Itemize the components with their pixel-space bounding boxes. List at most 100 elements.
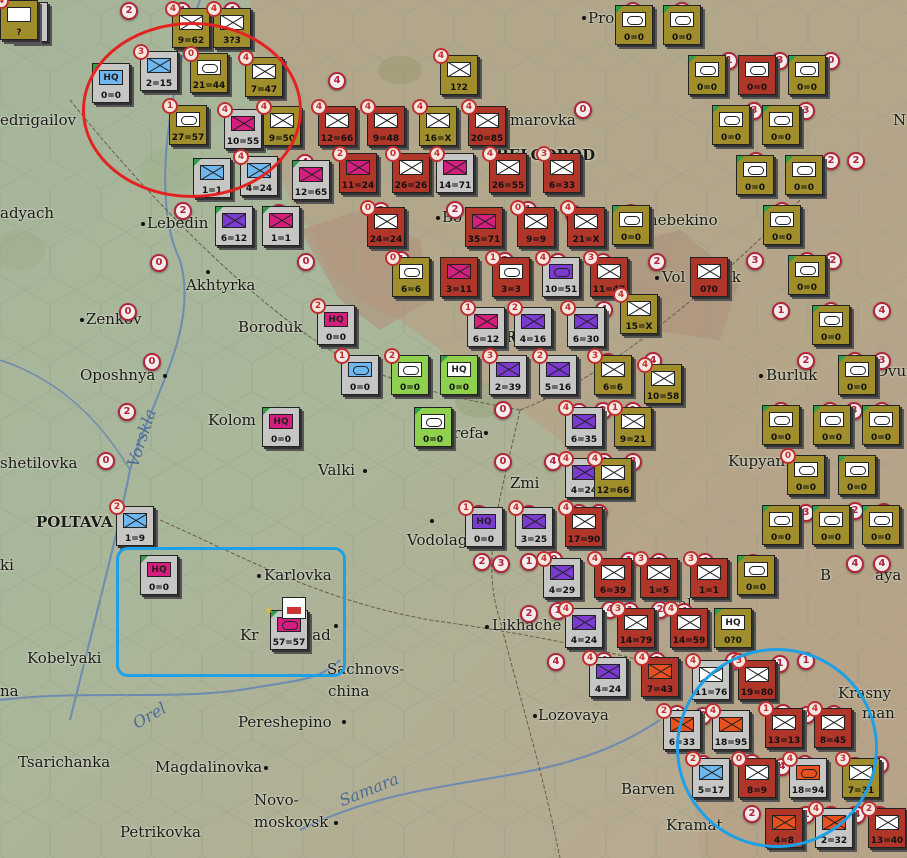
factory-icon[interactable] [282, 597, 306, 619]
unit-counter[interactable]: 1=1 3 [683, 551, 728, 598]
unit-counter[interactable]: 7=43 4 [634, 650, 679, 697]
unit-counter[interactable]: 0=0 1 [334, 348, 379, 395]
unit-counter[interactable]: 16=X 4 [412, 99, 457, 146]
unit-counter[interactable]: 0=0 [788, 255, 826, 295]
unit-counter[interactable]: 4=29 4 [536, 551, 581, 598]
unit-counter[interactable]: 1=5 3 [633, 551, 678, 598]
unit-counter[interactable]: 4=16 2 [507, 300, 552, 347]
town-label[interactable]: shetilovka [0, 456, 77, 471]
town-label[interactable]: Burluk [766, 368, 817, 383]
town-label[interactable]: Zmi [510, 476, 539, 491]
unit-counter[interactable]: 2=39 3 [482, 348, 527, 395]
unit-counter[interactable]: HQ 0?0 [714, 608, 752, 648]
unit-counter[interactable]: 0?0 [690, 257, 728, 297]
unit-counter[interactable]: 0=0 [812, 305, 850, 345]
unit-counter[interactable]: 15=X 4 [613, 287, 658, 334]
unit-counter[interactable]: 0=0 [663, 5, 701, 45]
unit-counter[interactable]: 10=51 4 [535, 250, 580, 297]
unit-counter[interactable]: 9=9 0 [510, 200, 555, 247]
unit-counter[interactable]: 12=66 4 [587, 451, 632, 498]
town-label[interactable]: POLTAVA [36, 515, 113, 530]
town-label[interactable]: na [0, 684, 19, 699]
town-label[interactable]: ki [0, 558, 14, 573]
unit-counter[interactable]: 6=33 3 [536, 146, 581, 193]
unit-counter[interactable]: 6=30 4 [560, 300, 605, 347]
town-label[interactable]: Novo- [254, 793, 299, 808]
unit-counter[interactable]: 0=0 2 [384, 348, 429, 395]
unit-counter[interactable]: 14=71 4 [429, 146, 474, 193]
unit-counter[interactable]: 1=9 2 [109, 499, 154, 546]
unit-counter[interactable]: 3=3 1 [485, 250, 530, 297]
unit-counter[interactable]: 14=79 3 [610, 601, 655, 648]
unit-counter[interactable]: 3=25 4 [508, 500, 553, 547]
unit-counter[interactable]: 6=6 3 [587, 348, 632, 395]
town-label[interactable]: Kolom [208, 413, 256, 428]
town-label[interactable]: N [893, 113, 906, 128]
town-label[interactable]: Valki [318, 463, 355, 478]
unit-counter[interactable]: 0=0 [736, 155, 774, 195]
town-label[interactable]: adyach [0, 206, 54, 221]
town-label[interactable]: Barven [621, 782, 675, 797]
unit-counter[interactable]: HQ 0=0 [440, 355, 478, 395]
unit-counter[interactable]: 0=0 [838, 455, 876, 495]
unit-counter[interactable]: 0=0 [762, 505, 800, 545]
unit-counter[interactable]: 0=0 [712, 105, 750, 145]
unit-counter[interactable]: 12=65 [292, 160, 330, 200]
unit-counter[interactable]: 14=59 4 [663, 601, 708, 648]
town-label[interactable]: Pereshepino [238, 715, 332, 730]
unit-counter[interactable]: 0=0 0 [780, 448, 825, 495]
town-label[interactable]: Vol [662, 270, 685, 285]
town-label[interactable]: Pro [588, 11, 614, 26]
unit-counter[interactable]: 35=71 [465, 207, 503, 247]
unit-counter[interactable]: 0=0 [788, 55, 826, 95]
town-label[interactable]: Lozovaya [538, 708, 609, 723]
unit-counter[interactable]: 9=48 4 [360, 99, 405, 146]
unit-counter[interactable]: 0=0 [414, 407, 452, 447]
unit-counter[interactable]: HQ 0=0 2 [310, 298, 355, 345]
unit-counter[interactable]: 3=11 [440, 257, 478, 297]
unit-counter[interactable]: 13=40 2 [861, 801, 906, 848]
unit-counter[interactable]: HQ 0=0 1 [458, 500, 503, 547]
unit-counter[interactable]: 4=24 4 [582, 650, 627, 697]
town-label[interactable]: edrigailov [0, 113, 76, 128]
unit-counter[interactable]: 11=24 2 [332, 146, 377, 193]
unit-counter[interactable]: 6=12 1 [460, 300, 505, 347]
unit-counter[interactable]: 0=0 [738, 55, 776, 95]
unit-counter[interactable]: 21=X 4 [560, 200, 605, 247]
unit-counter[interactable]: 20=85 4 [461, 99, 506, 146]
town-label[interactable]: Tsarichanka [18, 755, 110, 770]
town-label[interactable]: china [328, 684, 369, 699]
town-label[interactable]: Boroduk [238, 320, 303, 335]
unit-counter[interactable]: 6=12 [215, 206, 253, 246]
unit-counter[interactable]: 0=0 [838, 355, 876, 395]
strategy-map[interactable]: Pro adyach edrigailov Lebedin Akhtyrka Z… [0, 0, 907, 858]
unit-counter[interactable]: 10=58 4 [637, 357, 682, 404]
unit-counter[interactable]: 0=0 [862, 405, 900, 445]
unit-counter[interactable]: 4=24 4 [558, 601, 603, 648]
unit-counter[interactable]: 1?2 4 [433, 48, 478, 95]
unit-counter[interactable]: 0=0 [615, 5, 653, 45]
town-label[interactable]: Petrikovka [120, 825, 201, 840]
unit-counter[interactable]: 1=1 [262, 206, 300, 246]
unit-counter[interactable]: 0=0 [762, 105, 800, 145]
town-label[interactable]: moskovsk [254, 815, 328, 830]
town-label[interactable]: hebekino [648, 213, 718, 228]
unit-counter[interactable]: 0=0 [813, 405, 851, 445]
unit-counter[interactable]: 26=26 0 [385, 146, 430, 193]
town-label[interactable]: marovka [510, 113, 576, 128]
town-label[interactable]: refa [453, 426, 484, 441]
unit-counter[interactable]: 17=90 4 [558, 500, 603, 547]
unit-counter[interactable]: 0=0 [612, 205, 650, 245]
unit-counter[interactable]: 24=24 0 [360, 200, 405, 247]
unit-counter[interactable]: 5=16 2 [532, 348, 577, 395]
unit-counter[interactable]: 12=66 4 [311, 99, 356, 146]
unit-counter[interactable]: 26=55 4 [482, 146, 527, 193]
town-label[interactable]: B [820, 568, 831, 583]
unit-counter[interactable]: 0=0 [785, 155, 823, 195]
unit-counter[interactable]: 0=0 [762, 405, 800, 445]
unit-counter[interactable]: ? 4 [0, 0, 38, 40]
unit-counter[interactable]: 6=6 0 [385, 250, 430, 297]
unit-counter[interactable]: 0=0 [688, 55, 726, 95]
town-label[interactable]: Kobelyaki [27, 651, 101, 666]
unit-counter[interactable]: HQ 0=0 [262, 407, 300, 447]
